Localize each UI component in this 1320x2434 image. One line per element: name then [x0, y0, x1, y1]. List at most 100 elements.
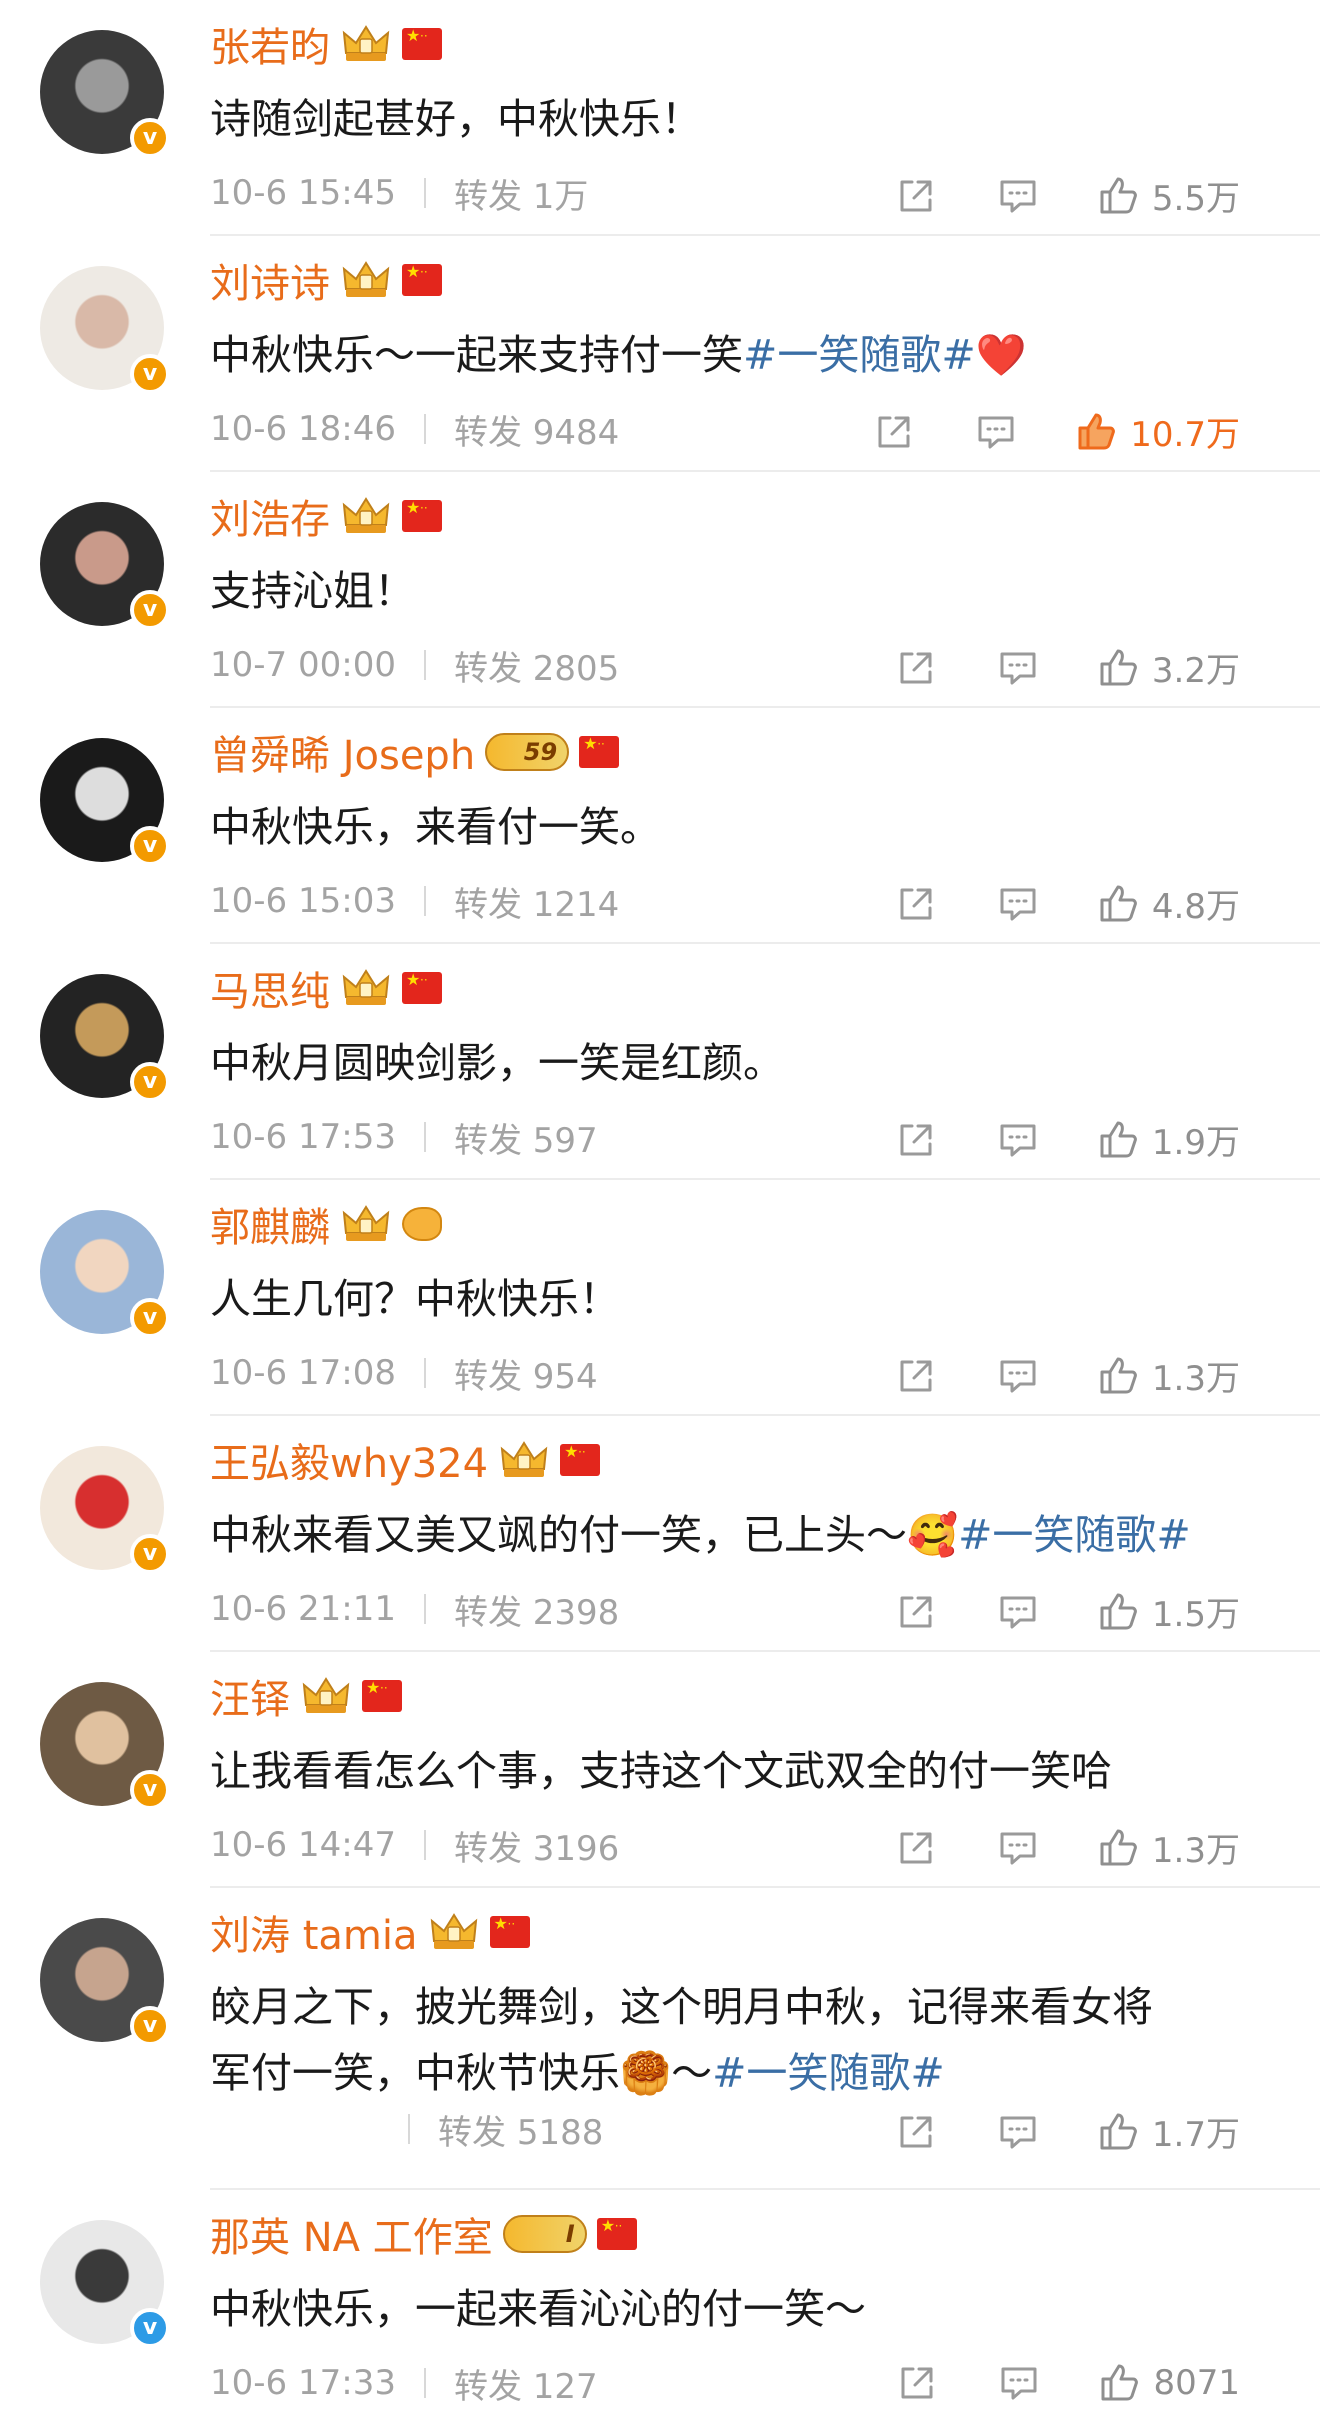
emoji-icon: 🥰	[907, 1511, 959, 1559]
repost-number: 954	[532, 1356, 598, 1397]
repost-count[interactable]: 转发 9484	[454, 405, 619, 454]
comment-body: 让我看看怎么个事，支持这个文武双全的付一笑哈	[210, 1747, 1112, 1795]
comment-line: 支持沁姐！	[210, 558, 1280, 624]
timestamp: 10-7 00:00	[210, 645, 396, 685]
share-icon[interactable]	[872, 410, 916, 454]
comment-body: 支持沁姐！	[210, 567, 415, 615]
share-icon[interactable]	[894, 882, 938, 926]
comment-item: v 马思纯中秋月圆映剑影，一笑是红颜。 10-6 17:53 转发 597 1.9万	[0, 944, 1320, 1180]
like-icon[interactable]	[1096, 174, 1140, 218]
hashtag-link[interactable]: #一笑随歌#	[712, 2049, 945, 2097]
share-icon[interactable]	[895, 2361, 939, 2405]
comment-icon[interactable]	[996, 1118, 1040, 1162]
user-name[interactable]: 那英 NA 工作室	[210, 2205, 493, 2263]
comment-item: v 刘诗诗中秋快乐～一起来支持付一笑#一笑随歌#❤️ 10-6 18:46 转发 94…	[0, 236, 1320, 472]
crown-icon	[340, 495, 392, 537]
hashtag-link[interactable]: #一笑随歌#	[743, 331, 976, 379]
repost-count[interactable]: 转发 5188	[438, 2105, 603, 2154]
comment-item: v 张若昀诗随剑起甚好，中秋快乐！ 10-6 15:45 转发 1万 5.5万	[0, 0, 1320, 236]
avatar[interactable]: v	[40, 266, 170, 394]
crown-icon	[340, 23, 392, 65]
repost-label: 转发	[438, 2112, 506, 2153]
separator	[423, 650, 426, 680]
repost-count[interactable]: 转发 597	[454, 1113, 598, 1162]
comment-line: 中秋来看又美又飒的付一笑，已上头～🥰#一笑随歌#	[210, 1502, 1280, 1568]
comment-line: 让我看看怎么个事，支持这个文武双全的付一笑哈	[210, 1738, 1280, 1804]
action-bar: 1.7万	[894, 2107, 1240, 2156]
avatar[interactable]: v	[40, 1210, 170, 1338]
user-name[interactable]: 马思纯	[210, 959, 330, 1017]
comment-text: 中秋快乐～一起来支持付一笑#一笑随歌#❤️	[210, 322, 1280, 388]
like-icon[interactable]	[1097, 2361, 1141, 2405]
share-icon[interactable]	[894, 1118, 938, 1162]
repost-count[interactable]: 转发 2398	[454, 1585, 619, 1634]
china-flag-icon	[402, 28, 442, 60]
user-name[interactable]: 曾舜晞 Joseph	[210, 723, 475, 781]
comment-line: 中秋快乐，一起来看沁沁的付一笑～	[210, 2276, 1280, 2342]
avatar[interactable]: v	[40, 738, 170, 866]
comment-line: 诗随剑起甚好，中秋快乐！	[210, 86, 1280, 152]
like-count: 1.3万	[1151, 1831, 1240, 1871]
crown-icon	[300, 1675, 352, 1717]
share-icon[interactable]	[894, 1826, 938, 1870]
like-icon[interactable]	[1096, 646, 1140, 690]
comment-item: v 曾舜晞 Joseph 59 中秋快乐，来看付一笑。 10-6 15:03 转发 121…	[0, 708, 1320, 944]
repost-label: 转发	[453, 884, 522, 925]
user-name[interactable]: 郭麒麟	[210, 1195, 330, 1253]
user-name[interactable]: 王弘毅why324	[210, 1431, 488, 1489]
share-icon[interactable]	[894, 1354, 938, 1398]
comment-icon[interactable]	[996, 1354, 1040, 1398]
like-icon[interactable]	[1074, 410, 1118, 454]
repost-count[interactable]: 转发 127	[454, 2359, 598, 2408]
repost-count[interactable]: 转发 1万	[454, 169, 588, 218]
repost-count[interactable]: 转发 2805	[454, 641, 619, 690]
like-icon[interactable]	[1096, 882, 1140, 926]
user-name[interactable]: 刘浩存	[210, 487, 330, 545]
separator	[423, 1830, 426, 1860]
like-icon[interactable]	[1096, 1118, 1140, 1162]
verified-icon: v	[130, 1298, 170, 1338]
comment-icon[interactable]	[996, 882, 1040, 926]
comment-icon[interactable]	[996, 2110, 1040, 2154]
share-icon[interactable]	[894, 174, 938, 218]
repost-number: 3196	[532, 1828, 620, 1869]
comment-icon[interactable]	[996, 1590, 1040, 1634]
repost-count[interactable]: 转发 3196	[454, 1821, 619, 1870]
share-icon[interactable]	[894, 2110, 938, 2154]
avatar[interactable]: v	[40, 30, 170, 158]
user-name[interactable]: 刘涛 tamia	[210, 1903, 418, 1961]
action-bar: 5.5万	[894, 171, 1240, 220]
like-count: 3.2万	[1151, 651, 1240, 691]
user-name[interactable]: 刘诗诗	[210, 251, 330, 309]
comment-icon[interactable]	[996, 1826, 1040, 1870]
like-icon[interactable]	[1096, 2110, 1140, 2154]
share-icon[interactable]	[894, 1590, 938, 1634]
comment-text: 皎月之下，披光舞剑，这个明月中秋，记得来看女将 军付一笑，中秋节快乐🥮～#一笑随歌…	[210, 1974, 1280, 2106]
china-flag-icon	[560, 1444, 601, 1476]
like-icon[interactable]	[1096, 1826, 1140, 1870]
like-icon[interactable]	[1096, 1354, 1140, 1398]
meta-row: 10-6 15:45 转发 1万 5.5万	[210, 168, 1280, 220]
comment-icon[interactable]	[996, 174, 1040, 218]
repost-count[interactable]: 转发 1214	[454, 877, 619, 926]
china-flag-icon	[596, 2218, 637, 2250]
comment-icon[interactable]	[997, 2361, 1041, 2405]
like-icon[interactable]	[1096, 1590, 1140, 1634]
user-name[interactable]: 汪铎	[210, 1667, 290, 1725]
comment-icon[interactable]	[974, 410, 1018, 454]
share-icon[interactable]	[894, 646, 938, 690]
avatar[interactable]: v	[40, 502, 170, 630]
avatar[interactable]: v	[40, 1918, 170, 2046]
avatar[interactable]: v	[40, 1682, 170, 1810]
user-name[interactable]: 张若昀	[210, 15, 330, 73]
repost-count[interactable]: 转发 954	[454, 1349, 598, 1398]
meta-row: 10-6 21:11 转发 2398 1.5万	[210, 1584, 1280, 1635]
avatar[interactable]: v	[40, 1446, 170, 1574]
avatar[interactable]: v	[40, 2220, 170, 2348]
repost-number: 5188	[516, 2112, 604, 2153]
hashtag-link[interactable]: #一笑随歌#	[958, 1511, 1191, 1559]
avatar[interactable]: v	[40, 974, 170, 1102]
comment-icon[interactable]	[996, 646, 1040, 690]
name-row: 汪铎	[210, 1666, 402, 1726]
separator	[423, 414, 426, 444]
